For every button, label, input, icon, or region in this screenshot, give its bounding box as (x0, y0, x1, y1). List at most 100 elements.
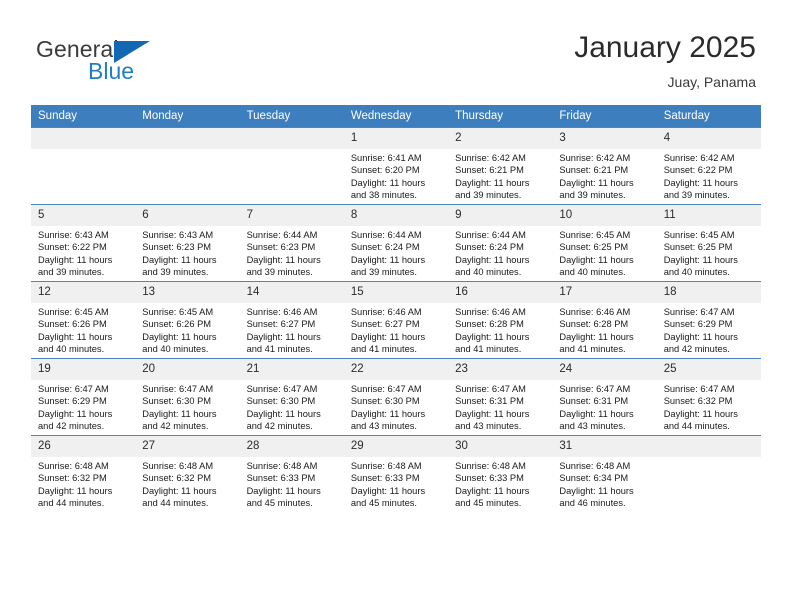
calendar-day-cell[interactable]: 29 Sunrise: 6:48 AM Sunset: 6:33 PM Dayligh… (343, 435, 449, 512)
day-number: 15 (343, 282, 449, 303)
daylight-duration-line2: and 40 minutes. (455, 267, 522, 278)
daylight-duration-line2: and 39 minutes. (350, 267, 417, 278)
calendar-day-cell[interactable]: 17 Sunrise: 6:46 AM Sunset: 6:28 PM Dayligh… (552, 281, 657, 359)
page-header: General Blue January 2025 Juay, Panama (0, 0, 792, 100)
weekday-header-sunday: Sunday (31, 105, 136, 128)
day-number: 8 (343, 205, 449, 226)
calendar-body: 1 Sunrise: 6:41 AM Sunset: 6:20 PM Daylight… (31, 127, 761, 512)
calendar-day-cell[interactable]: 1 Sunrise: 6:41 AM Sunset: 6:20 PM Daylight… (343, 127, 449, 205)
calendar-week-row: 26 Sunrise: 6:48 AM Sunset: 6:32 PM Dayligh… (31, 435, 761, 512)
day-details: Sunrise: 6:43 AM Sunset: 6:22 PM Daylight:… (31, 226, 135, 279)
daylight-duration-line1: Daylight: 11 hours (246, 254, 321, 265)
day-details: Sunrise: 6:42 AM Sunset: 6:21 PM Daylight:… (448, 149, 552, 202)
daylight-duration-line1: Daylight: 11 hours (246, 408, 321, 419)
sunset-time: Sunset: 6:33 PM (246, 473, 316, 484)
day-details: Sunrise: 6:44 AM Sunset: 6:23 PM Daylight:… (240, 226, 344, 279)
calendar-week-row: 12 Sunrise: 6:45 AM Sunset: 6:26 PM Dayligh… (31, 281, 761, 359)
daylight-duration-line2: and 43 minutes. (455, 421, 522, 432)
general-blue-logo[interactable]: General Blue (36, 36, 166, 84)
calendar-day-cell[interactable]: 27 Sunrise: 6:48 AM Sunset: 6:32 PM Dayligh… (135, 435, 240, 512)
daylight-duration-line1: Daylight: 11 hours (38, 254, 113, 265)
sunrise-time: Sunrise: 6:47 AM (663, 307, 735, 317)
daylight-duration-line2: and 39 minutes. (455, 190, 522, 201)
calendar-day-cell[interactable]: 20 Sunrise: 6:47 AM Sunset: 6:30 PM Dayligh… (135, 358, 240, 436)
day-number: 19 (31, 359, 136, 380)
calendar-day-cell[interactable]: 7 Sunrise: 6:44 AM Sunset: 6:23 PM Daylight… (239, 204, 344, 282)
calendar-day-cell[interactable]: 3 Sunrise: 6:42 AM Sunset: 6:21 PM Daylight… (552, 127, 657, 205)
calendar-day-cell[interactable]: 23 Sunrise: 6:47 AM Sunset: 6:31 PM Dayligh… (448, 358, 553, 436)
day-number: 7 (239, 205, 344, 226)
daylight-duration-line2: and 40 minutes. (663, 267, 730, 278)
calendar-day-cell[interactable]: 11 Sunrise: 6:45 AM Sunset: 6:25 PM Dayligh… (656, 204, 761, 282)
day-number: 9 (448, 205, 553, 226)
daylight-duration-line2: and 44 minutes. (38, 498, 105, 509)
sunset-time: Sunset: 6:34 PM (559, 473, 629, 484)
daylight-duration-line1: Daylight: 11 hours (142, 485, 217, 496)
calendar-day-cell[interactable]: 2 Sunrise: 6:42 AM Sunset: 6:21 PM Daylight… (448, 127, 553, 205)
sunrise-time: Sunrise: 6:48 AM (350, 461, 422, 471)
day-number: 27 (135, 436, 240, 457)
calendar-day-cell[interactable]: 14 Sunrise: 6:46 AM Sunset: 6:27 PM Dayligh… (239, 281, 344, 359)
calendar-day-cell[interactable]: 31 Sunrise: 6:48 AM Sunset: 6:34 PM Dayligh… (552, 435, 657, 512)
sunset-time: Sunset: 6:23 PM (246, 242, 316, 253)
sunset-time: Sunset: 6:24 PM (350, 242, 420, 253)
daylight-duration-line2: and 40 minutes. (142, 344, 209, 355)
calendar-day-cell[interactable]: 4 Sunrise: 6:42 AM Sunset: 6:22 PM Daylight… (656, 127, 761, 205)
day-details: Sunrise: 6:48 AM Sunset: 6:32 PM Daylight:… (135, 457, 239, 510)
calendar-day-cell[interactable]: 21 Sunrise: 6:47 AM Sunset: 6:30 PM Dayligh… (239, 358, 344, 436)
calendar-day-cell[interactable]: 6 Sunrise: 6:43 AM Sunset: 6:23 PM Daylight… (135, 204, 240, 282)
calendar-day-cell[interactable]: 26 Sunrise: 6:48 AM Sunset: 6:32 PM Dayligh… (31, 435, 136, 512)
day-number: 5 (31, 205, 136, 226)
day-number (31, 128, 136, 149)
calendar-day-cell[interactable]: 5 Sunrise: 6:43 AM Sunset: 6:22 PM Daylight… (31, 204, 136, 282)
day-details: Sunrise: 6:48 AM Sunset: 6:33 PM Daylight:… (344, 457, 448, 510)
sunset-time: Sunset: 6:28 PM (455, 319, 524, 330)
daylight-duration-line1: Daylight: 11 hours (455, 177, 530, 188)
daylight-duration-line1: Daylight: 11 hours (142, 254, 217, 265)
day-details: Sunrise: 6:47 AM Sunset: 6:31 PM Daylight:… (448, 380, 552, 433)
sunset-time: Sunset: 6:31 PM (455, 396, 524, 407)
daylight-duration-line1: Daylight: 11 hours (559, 254, 634, 265)
daylight-duration-line2: and 42 minutes. (142, 421, 209, 432)
day-number: 24 (552, 359, 657, 380)
day-details: Sunrise: 6:46 AM Sunset: 6:27 PM Daylight:… (240, 303, 344, 356)
sunset-time: Sunset: 6:21 PM (559, 165, 629, 176)
daylight-duration-line1: Daylight: 11 hours (663, 331, 738, 342)
sunset-time: Sunset: 6:32 PM (38, 473, 107, 484)
calendar-day-cell[interactable]: 28 Sunrise: 6:48 AM Sunset: 6:33 PM Dayligh… (239, 435, 344, 512)
calendar-day-cell[interactable]: 10 Sunrise: 6:45 AM Sunset: 6:25 PM Dayligh… (552, 204, 657, 282)
day-details: Sunrise: 6:42 AM Sunset: 6:21 PM Daylight:… (552, 149, 656, 202)
calendar-day-cell[interactable]: 13 Sunrise: 6:45 AM Sunset: 6:26 PM Dayligh… (135, 281, 240, 359)
calendar-day-cell[interactable]: 19 Sunrise: 6:47 AM Sunset: 6:29 PM Dayligh… (31, 358, 136, 436)
sunrise-time: Sunrise: 6:46 AM (246, 307, 318, 317)
day-number: 23 (448, 359, 553, 380)
calendar-day-cell[interactable]: 16 Sunrise: 6:46 AM Sunset: 6:28 PM Dayligh… (448, 281, 553, 359)
day-details: Sunrise: 6:45 AM Sunset: 6:26 PM Daylight:… (135, 303, 239, 356)
calendar-day-cell[interactable]: 22 Sunrise: 6:47 AM Sunset: 6:30 PM Dayligh… (343, 358, 449, 436)
daylight-duration-line2: and 40 minutes. (559, 267, 626, 278)
day-number: 29 (343, 436, 449, 457)
sunset-time: Sunset: 6:28 PM (559, 319, 629, 330)
calendar-day-cell[interactable]: 30 Sunrise: 6:48 AM Sunset: 6:33 PM Dayligh… (448, 435, 553, 512)
logo-text-blue: Blue (88, 58, 135, 84)
daylight-duration-line1: Daylight: 11 hours (246, 485, 321, 496)
calendar-day-cell[interactable]: 25 Sunrise: 6:47 AM Sunset: 6:32 PM Dayligh… (656, 358, 761, 436)
daylight-duration-line1: Daylight: 11 hours (663, 254, 738, 265)
daylight-duration-line2: and 41 minutes. (246, 344, 313, 355)
sunrise-time: Sunrise: 6:44 AM (455, 230, 526, 240)
calendar-day-cell[interactable]: 9 Sunrise: 6:44 AM Sunset: 6:24 PM Daylight… (448, 204, 553, 282)
weekday-header-saturday: Saturday (656, 105, 761, 128)
day-details: Sunrise: 6:48 AM Sunset: 6:34 PM Daylight:… (552, 457, 656, 510)
day-details: Sunrise: 6:43 AM Sunset: 6:23 PM Daylight:… (135, 226, 239, 279)
weekday-header-row: Sunday Monday Tuesday Wednesday Thursday… (31, 105, 761, 128)
daylight-duration-line2: and 43 minutes. (559, 421, 626, 432)
calendar-page: General Blue January 2025 Juay, Panama S… (0, 0, 792, 612)
day-number: 4 (656, 128, 761, 149)
calendar-day-cell[interactable]: 15 Sunrise: 6:46 AM Sunset: 6:27 PM Dayligh… (343, 281, 449, 359)
sunrise-time: Sunrise: 6:44 AM (246, 230, 318, 240)
calendar-day-cell[interactable]: 24 Sunrise: 6:47 AM Sunset: 6:31 PM Dayligh… (552, 358, 657, 436)
sunset-time: Sunset: 6:29 PM (38, 396, 107, 407)
calendar-day-cell[interactable]: 8 Sunrise: 6:44 AM Sunset: 6:24 PM Daylight… (343, 204, 449, 282)
calendar-day-cell[interactable]: 12 Sunrise: 6:45 AM Sunset: 6:26 PM Dayligh… (31, 281, 136, 359)
calendar-day-cell[interactable]: 18 Sunrise: 6:47 AM Sunset: 6:29 PM Dayligh… (656, 281, 761, 359)
